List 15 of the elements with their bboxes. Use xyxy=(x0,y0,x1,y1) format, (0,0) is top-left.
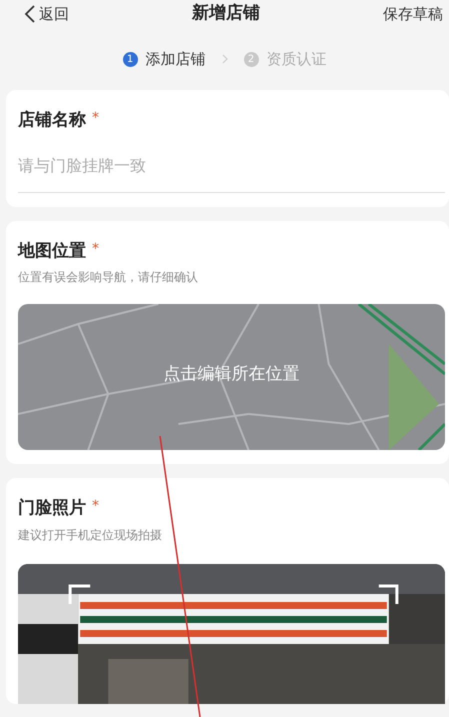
save-draft-link[interactable]: 保存草稿 xyxy=(383,2,443,26)
hint-text: 位置有误会影响导航，请仔细确认 xyxy=(18,269,199,286)
step-tab[interactable]: 1 添加店铺 xyxy=(122,48,206,70)
step-number: 1 xyxy=(122,52,138,66)
required-mark: * xyxy=(92,240,99,258)
required-mark: * xyxy=(92,109,99,128)
required-mark: * xyxy=(92,497,99,516)
back-button[interactable]: 返回 xyxy=(24,2,69,26)
hint-text: 建议打开手机定位现场拍摄 xyxy=(18,526,163,544)
page-title: 新增店铺 xyxy=(192,2,260,26)
section-title: 门脸照片 xyxy=(18,497,86,520)
section-title: 地图位置 xyxy=(18,240,86,262)
section-title: 店铺名称 xyxy=(18,109,86,132)
chevron-icon xyxy=(222,54,228,64)
back-icon xyxy=(24,5,35,23)
